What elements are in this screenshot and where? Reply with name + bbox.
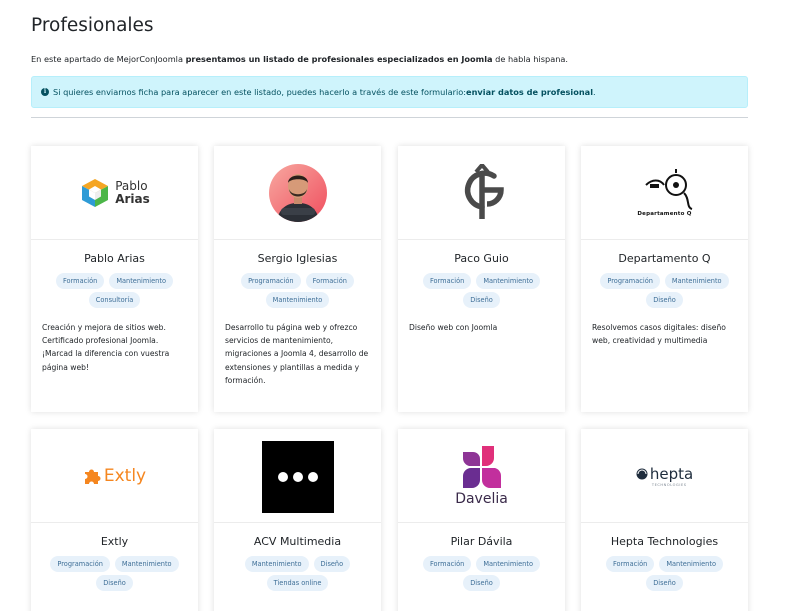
departamento-q-logo: Departamento Q [630, 159, 700, 227]
intro-bold: presentamos un listado de profesionales … [185, 54, 493, 64]
alert-text: Si quieres enviarnos ficha para aparecer… [53, 87, 467, 97]
professional-card-acv-multimedia[interactable]: ACV Multimedia Mantenimiento Diseño Tien… [214, 429, 381, 611]
logo-text: Departamento Q [637, 210, 692, 217]
card-logo-area: Pablo Arias [31, 146, 198, 240]
professional-card-paco-guio[interactable]: Paco Guio Formación Mantenimiento Diseño… [398, 146, 565, 412]
card-tags: Programación Mantenimiento Diseño [31, 556, 198, 591]
info-circle-icon: i [41, 88, 49, 96]
hexagon-cube-icon [82, 178, 109, 207]
card-description: Desarrollo tu página web y ofrezco servi… [225, 323, 369, 385]
alert-end: . [593, 87, 596, 97]
acv-multimedia-logo [261, 440, 334, 513]
tag-badge[interactable]: Mantenimiento [664, 273, 729, 289]
tag-badge[interactable]: Consultoría [88, 292, 141, 308]
tag-badge[interactable]: Formación [305, 273, 354, 289]
tag-badge[interactable]: Mantenimiento [114, 556, 179, 572]
davelia-logo: Davelia [455, 444, 508, 507]
professional-card-extly[interactable]: Extly Extly Programación Mantenimiento D… [31, 429, 198, 611]
tag-badge[interactable]: Diseño [463, 575, 500, 591]
card-tags: Mantenimiento Diseño Tiendas online [214, 556, 381, 591]
card-tags: Formación Mantenimiento Diseño [398, 273, 565, 308]
card-name: Pilar Dávila [450, 535, 513, 548]
page-title: Profesionales [31, 15, 154, 36]
intro-prefix: En este apartado de MejorConJoomla [31, 54, 186, 64]
logo-text: hepta [649, 464, 694, 483]
tag-badge[interactable]: Tiendas online [266, 575, 329, 591]
dot-icon [277, 471, 288, 482]
card-logo-area: Extly [31, 429, 198, 523]
card-name: Extly [100, 535, 129, 548]
card-logo-area: Davelia [398, 429, 565, 523]
tag-badge[interactable]: Mantenimiento [476, 273, 540, 289]
professional-card-hepta-technologies[interactable]: hepta TECHNOLOGIES Hepta Technologies Fo… [581, 429, 748, 611]
eye-magnifier-icon [644, 168, 692, 210]
tag-badge[interactable]: Diseño [96, 575, 133, 591]
card-name: ACV Multimedia [253, 535, 342, 548]
pablo-arias-logo: Pablo Arias [79, 177, 150, 209]
tag-badge[interactable]: Mantenimiento [109, 273, 173, 289]
puzzle-piece-icon [84, 469, 101, 484]
extly-logo: Extly [83, 466, 146, 486]
tag-badge[interactable]: Diseño [646, 292, 683, 308]
tag-badge[interactable]: Formación [422, 556, 472, 572]
logo-line-1: Pablo [115, 178, 148, 193]
tag-badge[interactable]: Diseño [313, 556, 351, 572]
logo-tagline: TECHNOLOGIES [651, 482, 687, 487]
petals-icon [462, 446, 501, 488]
tag-badge[interactable]: Mantenimiento [476, 556, 540, 572]
tag-badge[interactable]: Programación [600, 273, 660, 289]
card-tags: Programación Mantenimiento Diseño [581, 273, 748, 308]
tag-badge[interactable]: Mantenimiento [244, 556, 309, 572]
info-alert: i Si quieres enviarnos ficha para aparec… [31, 76, 748, 108]
card-logo-area [398, 146, 565, 240]
card-tags: Formación Mantenimiento Consultoría [31, 273, 198, 308]
card-logo-area [214, 146, 381, 240]
tag-badge[interactable]: Diseño [463, 292, 500, 308]
tag-badge[interactable]: Formación [422, 273, 472, 289]
intro-suffix: de habla hispana. [492, 54, 569, 64]
dot-icon [292, 471, 303, 482]
avatar [268, 163, 327, 222]
card-name: Sergio Iglesias [257, 252, 338, 265]
card-logo-area [214, 429, 381, 523]
divider [31, 117, 748, 118]
send-profile-link[interactable]: enviar datos de profesional [466, 87, 593, 97]
intro-text: En este apartado de MejorConJoomla prese… [31, 54, 568, 64]
professional-card-sergio-iglesias[interactable]: Sergio Iglesias Programación Formación M… [214, 146, 381, 412]
logo-text: Davelia [455, 491, 508, 507]
tag-badge[interactable]: Programación [241, 273, 301, 289]
card-name: Hepta Technologies [610, 535, 719, 548]
logo-text: Extly [103, 465, 147, 486]
card-tags: Formación Mantenimiento Diseño [398, 556, 565, 591]
card-description: Creación y mejora de sitios web. Certifi… [42, 323, 170, 372]
professional-card-pilar-davila[interactable]: Davelia Pilar Dávila Formación Mantenimi… [398, 429, 565, 611]
tag-badge[interactable]: Formación [605, 556, 655, 572]
card-logo-area: hepta TECHNOLOGIES [581, 429, 748, 523]
tag-badge[interactable]: Programación [50, 556, 110, 572]
tag-badge[interactable]: Diseño [646, 575, 683, 591]
tag-badge[interactable]: Formación [55, 273, 105, 289]
card-name: Paco Guio [454, 252, 509, 265]
card-tags: Formación Mantenimiento Diseño [581, 556, 748, 591]
professional-card-departamento-q[interactable]: Departamento Q Departamento Q Programaci… [581, 146, 748, 412]
hepta-globe-icon [636, 468, 648, 479]
card-description: Resolvemos casos digitales: diseño web, … [592, 323, 726, 346]
tag-badge[interactable]: Mantenimiento [265, 292, 330, 308]
professional-card-pablo-arias[interactable]: Pablo Arias Pablo Arias Formación Manten… [31, 146, 198, 412]
dot-icon [307, 471, 318, 482]
card-tags: Programación Formación Mantenimiento [214, 273, 381, 308]
logo-line-2: Arias [115, 191, 150, 206]
paco-guio-logo [464, 163, 504, 219]
card-name: Pablo Arias [84, 252, 145, 265]
card-name: Departamento Q [618, 252, 711, 265]
card-logo-area: Departamento Q [581, 146, 748, 240]
card-description: Diseño web con Joomla [409, 323, 498, 332]
hepta-logo: hepta TECHNOLOGIES [636, 465, 693, 487]
tag-badge[interactable]: Mantenimiento [659, 556, 723, 572]
